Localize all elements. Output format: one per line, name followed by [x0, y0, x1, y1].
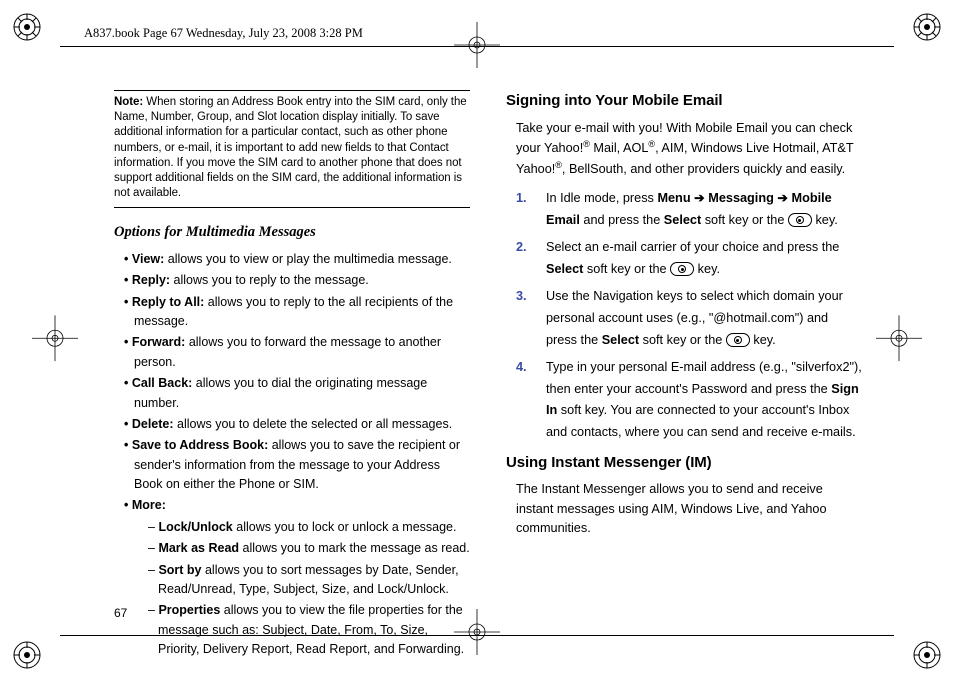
list-item: Lock/Unlock allows you to lock or unlock… [148, 518, 470, 537]
list-item: Mark as Read allows you to mark the mess… [148, 539, 470, 558]
registered-icon: ® [583, 139, 590, 149]
list-item: Save to Address Book: allows you to save… [124, 436, 470, 494]
list-item: More: Lock/Unlock allows you to lock or … [124, 496, 470, 659]
right-column: Signing into Your Mobile Email Take your… [506, 90, 862, 612]
crosshair-icon [876, 315, 922, 367]
more-sublist: Lock/Unlock allows you to lock or unlock… [134, 518, 470, 660]
crosshair-icon [32, 315, 78, 367]
ok-key-icon [788, 213, 812, 227]
registration-mark-icon [912, 640, 942, 670]
registration-mark-icon [912, 12, 942, 42]
note-block: Note: When storing an Address Book entry… [114, 90, 470, 208]
paragraph: The Instant Messenger allows you to send… [506, 480, 862, 539]
step-number: 4. [516, 357, 534, 443]
list-item: Forward: allows you to forward the messa… [124, 333, 470, 372]
step-number: 3. [516, 286, 534, 351]
list-item: Delete: allows you to delete the selecte… [124, 415, 470, 434]
list-item: Reply to All: allows you to reply to the… [124, 293, 470, 332]
heading-im: Using Instant Messenger (IM) [506, 452, 862, 475]
note-label: Note: [114, 96, 143, 108]
step-body: Select an e-mail carrier of your choice … [546, 237, 862, 280]
registration-mark-icon [12, 12, 42, 42]
step-body: In Idle mode, press Menu ➔ Messaging ➔ M… [546, 188, 862, 231]
crosshair-icon [454, 22, 500, 74]
options-list: View: allows you to view or play the mul… [114, 250, 470, 660]
paragraph: Take your e-mail with you! With Mobile E… [506, 119, 862, 181]
steps-list: 1. In Idle mode, press Menu ➔ Messaging … [506, 188, 862, 444]
step-item: 1. In Idle mode, press Menu ➔ Messaging … [516, 188, 862, 231]
step-body: Use the Navigation keys to select which … [546, 286, 862, 351]
left-column: Note: When storing an Address Book entry… [114, 90, 470, 612]
step-item: 4. Type in your personal E-mail address … [516, 357, 862, 443]
list-item: Call Back: allows you to dial the origin… [124, 374, 470, 413]
frame-line [60, 46, 894, 47]
page-number: 67 [114, 604, 127, 622]
registration-mark-icon [12, 640, 42, 670]
step-number: 2. [516, 237, 534, 280]
step-item: 2. Select an e-mail carrier of your choi… [516, 237, 862, 280]
registered-icon: ® [555, 160, 562, 170]
sub-heading: Options for Multimedia Messages [114, 222, 470, 244]
list-item: Properties allows you to view the file p… [148, 601, 470, 659]
list-item: Reply: allows you to reply to the messag… [124, 271, 470, 290]
step-item: 3. Use the Navigation keys to select whi… [516, 286, 862, 351]
list-item: Sort by allows you to sort messages by D… [148, 561, 470, 600]
ok-key-icon [670, 262, 694, 276]
step-body: Type in your personal E-mail address (e.… [546, 357, 862, 443]
note-text: When storing an Address Book entry into … [114, 96, 467, 199]
page-content: Note: When storing an Address Book entry… [114, 90, 862, 612]
list-item: View: allows you to view or play the mul… [124, 250, 470, 269]
ok-key-icon [726, 333, 750, 347]
heading-signing-in: Signing into Your Mobile Email [506, 90, 862, 113]
page-header: A837.book Page 67 Wednesday, July 23, 20… [84, 24, 363, 43]
step-number: 1. [516, 188, 534, 231]
